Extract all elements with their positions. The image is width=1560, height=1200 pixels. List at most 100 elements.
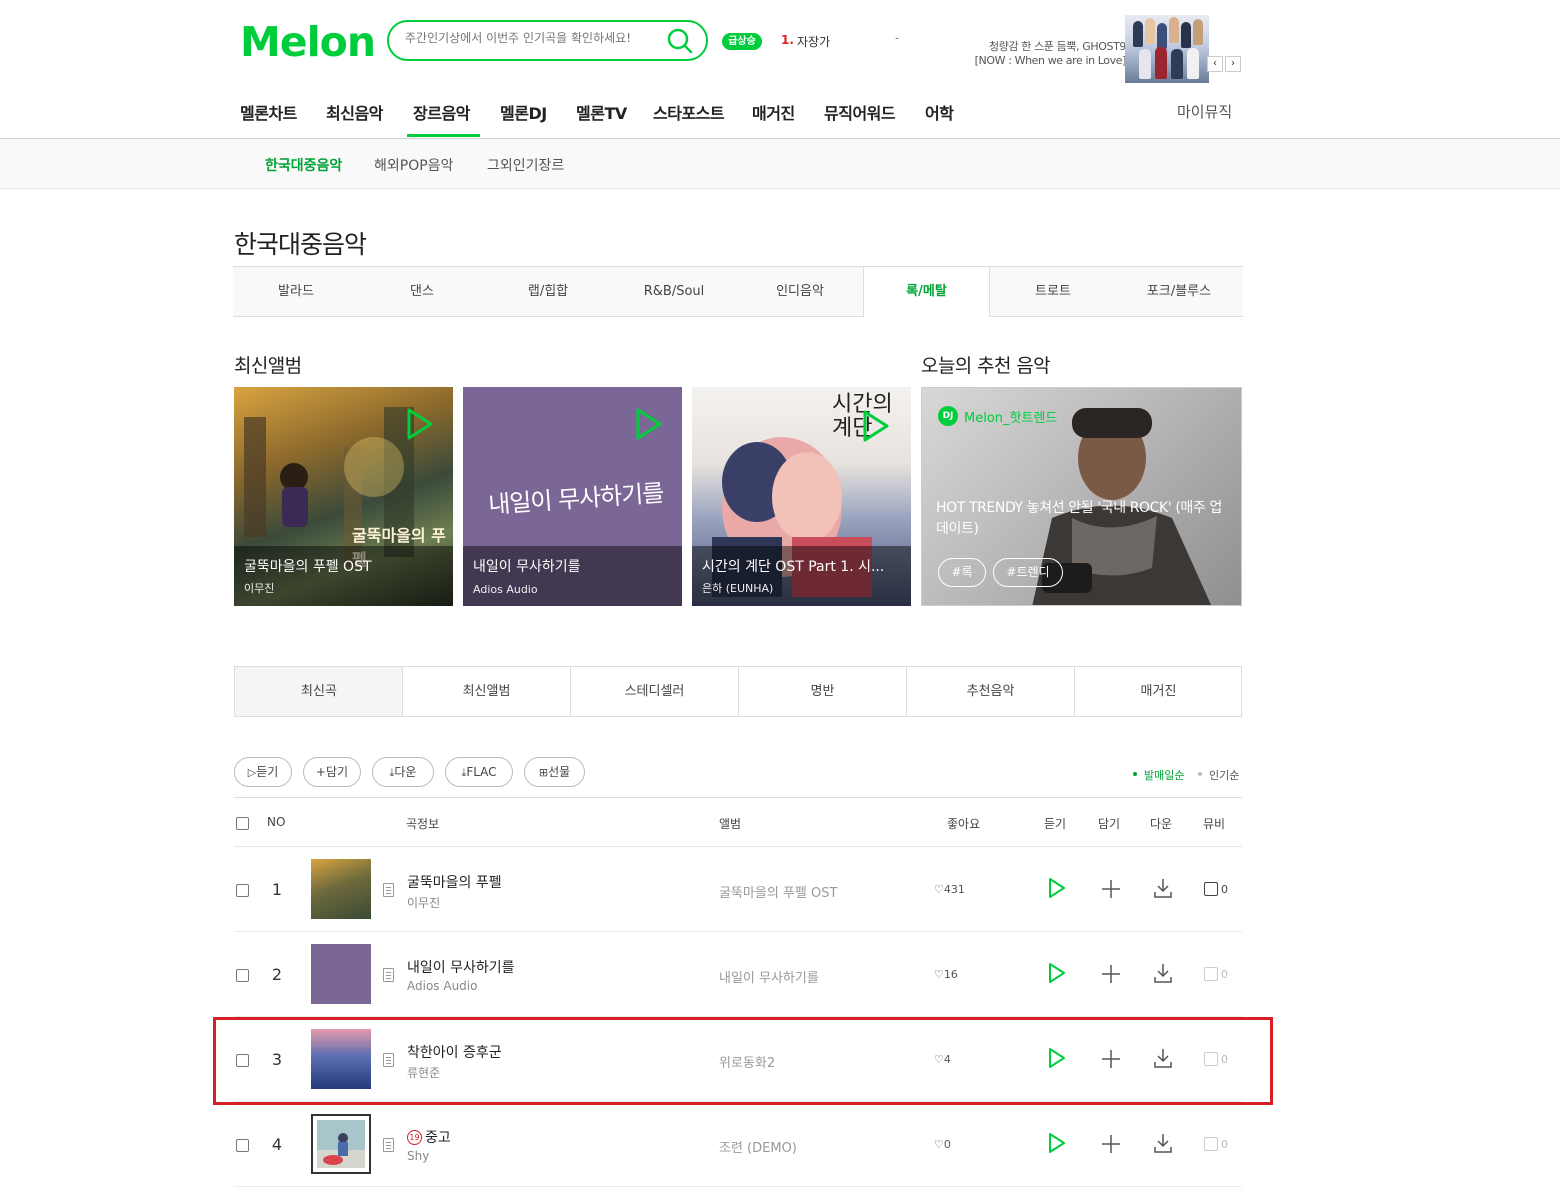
mv-count: 0 bbox=[1221, 883, 1228, 896]
genre-tab-trot[interactable]: 트로트 bbox=[990, 267, 1116, 316]
gnb-my-music[interactable]: 마이뮤직 bbox=[1177, 101, 1232, 122]
row-album-thumb[interactable] bbox=[311, 944, 371, 1004]
like-button[interactable]: ♡431 bbox=[934, 883, 965, 896]
tab-latest-albums[interactable]: 최신앨범 bbox=[402, 667, 570, 716]
tab-masterpiece[interactable]: 명반 bbox=[738, 667, 906, 716]
content-tab-bar: 최신곡 최신앨범 스테디셀러 명반 추천음악 매거진 bbox=[234, 666, 1242, 717]
sort-by-popularity[interactable]: 인기순 bbox=[1209, 767, 1239, 783]
album-title[interactable]: 내일이 무사하기를 bbox=[473, 556, 581, 576]
add-button[interactable]: +담기 bbox=[303, 757, 361, 787]
select-all-checkbox[interactable] bbox=[236, 817, 249, 830]
play-icon[interactable] bbox=[1047, 962, 1067, 988]
listen-button[interactable]: ▷듣기 bbox=[234, 757, 292, 787]
recommend-title[interactable]: HOT TRENDY 놓쳐선 안될 '국내 ROCK' (매주 업데이트) bbox=[936, 498, 1226, 540]
genre-tab-ballad[interactable]: 발라드 bbox=[233, 267, 359, 316]
sort-by-release[interactable]: 발매일순 bbox=[1144, 767, 1184, 783]
row-album-thumb[interactable] bbox=[311, 1114, 371, 1174]
download-icon[interactable] bbox=[1152, 1132, 1174, 1158]
row-song-title[interactable]: 굴뚝마을의 푸펠 bbox=[407, 872, 502, 892]
row-checkbox[interactable] bbox=[236, 1139, 249, 1152]
gnb-starpost[interactable]: 스타포스트 bbox=[653, 100, 725, 124]
album-artist[interactable]: 은하 (EUNHA) bbox=[702, 580, 773, 596]
search-input[interactable] bbox=[405, 31, 655, 45]
genre-tab-rock-metal[interactable]: 록/메탈 bbox=[863, 266, 990, 317]
now-banner-title[interactable]: [NOW : When we are in Love] bbox=[940, 54, 1127, 67]
subnav-korean-pop[interactable]: 한국대중음악 bbox=[265, 155, 342, 175]
search-icon[interactable] bbox=[666, 27, 694, 59]
play-icon[interactable] bbox=[1047, 877, 1067, 903]
subnav-foreign-pop[interactable]: 해외POP음악 bbox=[374, 155, 453, 175]
gift-label: 선물 bbox=[548, 765, 571, 779]
tab-recommended[interactable]: 추천음악 bbox=[906, 667, 1074, 716]
row-artist[interactable]: Adios Audio bbox=[407, 979, 477, 993]
add-icon[interactable] bbox=[1100, 963, 1122, 989]
genre-tab-rnb[interactable]: R&B/Soul bbox=[611, 267, 737, 316]
add-icon[interactable] bbox=[1100, 878, 1122, 904]
genre-tab-dance[interactable]: 댄스 bbox=[359, 267, 485, 316]
dj-name[interactable]: Melon_핫트렌드 bbox=[964, 407, 1057, 426]
song-info-icon[interactable] bbox=[383, 968, 394, 982]
play-icon[interactable] bbox=[634, 407, 664, 445]
subnav-other-genres[interactable]: 그외인기장르 bbox=[487, 155, 564, 175]
album-artist[interactable]: 이무진 bbox=[244, 580, 274, 596]
genre-tab-folk-blues[interactable]: 포크/블루스 bbox=[1116, 267, 1242, 316]
album-card-2[interactable]: 내일이 무사하기를 내일이 무사하기를 Adios Audio bbox=[463, 387, 682, 606]
gnb-new-music[interactable]: 최신음악 bbox=[326, 100, 383, 124]
album-card-3[interactable]: 시간의 계단 시간의 계단 OST Part 1. 시... 은하 (EUNHA… bbox=[692, 387, 911, 606]
play-icon[interactable] bbox=[1047, 1132, 1067, 1158]
download-button[interactable]: ⤓다운 bbox=[372, 757, 434, 787]
like-button[interactable]: ♡0 bbox=[934, 1138, 951, 1151]
rising-song-link[interactable]: 자장가 bbox=[797, 33, 830, 50]
row-artist[interactable]: 이무진 bbox=[407, 894, 440, 911]
download-icon[interactable] bbox=[1152, 962, 1174, 988]
melon-logo[interactable]: Melon bbox=[240, 18, 376, 66]
recommend-tag-rock[interactable]: #록 bbox=[938, 558, 986, 587]
gnb-magazine[interactable]: 매거진 bbox=[752, 100, 795, 124]
gnb-melon-tv[interactable]: 멜론TV bbox=[576, 100, 627, 124]
heart-icon: ♡ bbox=[934, 883, 944, 896]
play-icon[interactable] bbox=[861, 409, 891, 447]
song-info-icon[interactable] bbox=[383, 1138, 394, 1152]
now-prev-button[interactable]: ‹ bbox=[1207, 56, 1223, 72]
album-artist[interactable]: Adios Audio bbox=[473, 583, 538, 596]
genre-tab-hiphop[interactable]: 랩/힙합 bbox=[485, 267, 611, 316]
flac-label: FLAC bbox=[466, 765, 497, 779]
genre-tab-indie[interactable]: 인디음악 bbox=[737, 267, 863, 316]
add-icon[interactable] bbox=[1100, 1133, 1122, 1159]
flac-button[interactable]: ⤓FLAC bbox=[445, 757, 513, 787]
song-info-icon[interactable] bbox=[383, 883, 394, 897]
gnb-melon-dj[interactable]: 멜론DJ bbox=[500, 100, 547, 124]
gnb-music-award[interactable]: 뮤직어워드 bbox=[824, 100, 896, 124]
like-button[interactable]: ♡16 bbox=[934, 968, 958, 981]
gnb-melon-chart[interactable]: 멜론차트 bbox=[240, 100, 297, 124]
table-header-border bbox=[234, 846, 1242, 847]
gnb-language[interactable]: 어학 bbox=[925, 100, 954, 124]
album-title[interactable]: 굴뚝마을의 푸펠 OST bbox=[244, 556, 372, 576]
row-album[interactable]: 조련 (DEMO) bbox=[719, 1137, 797, 1156]
tab-magazine[interactable]: 매거진 bbox=[1074, 667, 1242, 716]
row-checkbox[interactable] bbox=[236, 884, 249, 897]
now-next-button[interactable]: › bbox=[1225, 56, 1241, 72]
download-icon[interactable] bbox=[1152, 877, 1174, 903]
album-card-1[interactable]: 굴뚝마을의 푸펠 굴뚝마을의 푸펠 OST 이무진 bbox=[234, 387, 453, 606]
row-artist[interactable]: Shy bbox=[407, 1149, 429, 1163]
row-album[interactable]: 굴뚝마을의 푸펠 OST bbox=[719, 882, 837, 901]
play-icon[interactable] bbox=[405, 407, 435, 445]
row-album-thumb[interactable] bbox=[311, 859, 371, 919]
tab-steady-seller[interactable]: 스테디셀러 bbox=[570, 667, 738, 716]
gnb-genre-music[interactable]: 장르음악 bbox=[413, 100, 470, 124]
row-song-title[interactable]: 내일이 무사하기를 bbox=[407, 957, 515, 977]
row-song-title[interactable]: 19 중고 bbox=[407, 1127, 451, 1147]
now-banner-subtitle[interactable]: 청량감 한 스푼 듬뿍, GHOST9 bbox=[940, 38, 1126, 54]
recommend-tag-trendy[interactable]: #트렌디 bbox=[993, 558, 1063, 587]
rising-change: - bbox=[895, 31, 900, 45]
recommend-card[interactable]: DJ Melon_핫트렌드 HOT TRENDY 놓쳐선 안될 '국내 ROCK… bbox=[921, 387, 1242, 606]
mv-icon[interactable] bbox=[1204, 882, 1218, 896]
heart-icon: ♡ bbox=[934, 1138, 944, 1151]
album-title[interactable]: 시간의 계단 OST Part 1. 시... bbox=[702, 556, 884, 576]
now-banner-image[interactable] bbox=[1125, 15, 1209, 83]
row-album[interactable]: 내일이 무사하기를 bbox=[719, 967, 819, 986]
tab-latest-songs[interactable]: 최신곡 bbox=[235, 667, 403, 716]
gift-button[interactable]: ⊞선물 bbox=[524, 757, 585, 787]
row-checkbox[interactable] bbox=[236, 969, 249, 982]
